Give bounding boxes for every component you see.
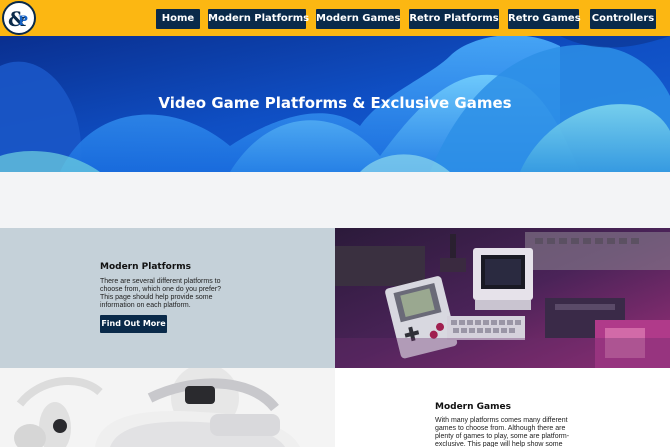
modern-platforms-heading: Modern Platforms [100,262,191,272]
find-out-more-button[interactable]: Find Out More [100,315,167,333]
nav-retro-platforms-button[interactable]: Retro Platforms [409,9,499,29]
nav-modern-platforms-button[interactable]: Modern Platforms [208,9,309,29]
nav-modern-games-button[interactable]: Modern Games [316,9,400,29]
spacer-band [0,172,670,228]
nav-retro-games-button[interactable]: Retro Games [508,9,581,29]
modern-platforms-panel: Modern Platforms There are several diffe… [0,228,335,368]
retro-consoles-image [335,228,670,368]
modern-games-panel: Modern Games With many platforms comes m… [335,368,670,447]
hero-banner: Video Game Platforms & Exclusive Games [0,36,670,172]
nav-controllers-button[interactable]: Controllers [590,9,656,29]
modern-games-text: With many platforms comes many different… [435,417,570,447]
site-header: & P Home Modern Platforms Modern Games R… [0,0,670,36]
modern-platforms-text: There are several different platforms to… [100,278,222,309]
modern-games-heading: Modern Games [435,402,511,412]
svg-text:P: P [18,14,28,29]
site-logo-icon[interactable]: & P [1,1,37,35]
hero-title: Video Game Platforms & Exclusive Games [158,94,512,112]
nav-home-button[interactable]: Home [156,9,200,29]
vr-headset-image [0,368,335,447]
